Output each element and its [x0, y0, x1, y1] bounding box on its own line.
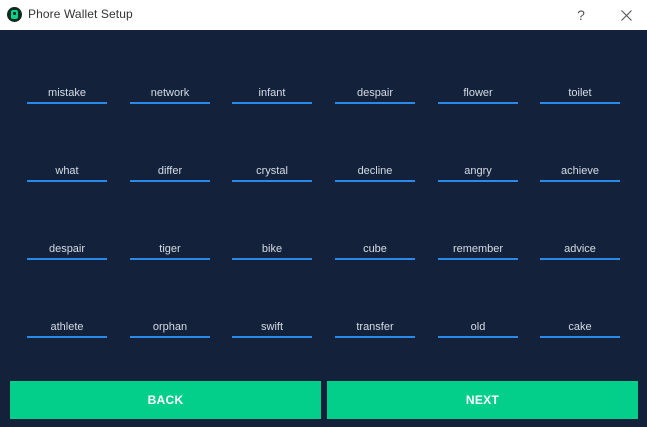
word-field[interactable]: differ [130, 152, 210, 182]
word-field[interactable]: infant [232, 74, 312, 104]
word-field[interactable]: advice [540, 230, 620, 260]
phore-logo-icon [7, 7, 22, 22]
word-field[interactable]: cake [540, 308, 620, 338]
word-field[interactable]: what [27, 152, 107, 182]
word-field[interactable]: network [130, 74, 210, 104]
word-field[interactable]: despair [27, 230, 107, 260]
word-field[interactable]: tiger [130, 230, 210, 260]
word-field[interactable]: transfer [335, 308, 415, 338]
word-field[interactable]: old [438, 308, 518, 338]
word-field[interactable]: decline [335, 152, 415, 182]
word-field[interactable]: despair [335, 74, 415, 104]
window-title: Phore Wallet Setup [28, 7, 133, 21]
help-button[interactable]: ? [566, 0, 596, 30]
word-field[interactable]: orphan [130, 308, 210, 338]
back-button[interactable]: BACK [10, 381, 321, 419]
word-field[interactable]: achieve [540, 152, 620, 182]
word-field[interactable]: bike [232, 230, 312, 260]
word-field[interactable]: athlete [27, 308, 107, 338]
next-button[interactable]: NEXT [327, 381, 638, 419]
title-bar: Phore Wallet Setup ? [0, 0, 647, 30]
word-field[interactable]: remember [438, 230, 518, 260]
word-field[interactable]: angry [438, 152, 518, 182]
word-field[interactable]: toilet [540, 74, 620, 104]
word-field[interactable]: swift [232, 308, 312, 338]
word-field[interactable]: crystal [232, 152, 312, 182]
word-field[interactable]: cube [335, 230, 415, 260]
word-field[interactable]: mistake [27, 74, 107, 104]
close-icon[interactable] [611, 0, 641, 30]
word-field[interactable]: flower [438, 74, 518, 104]
